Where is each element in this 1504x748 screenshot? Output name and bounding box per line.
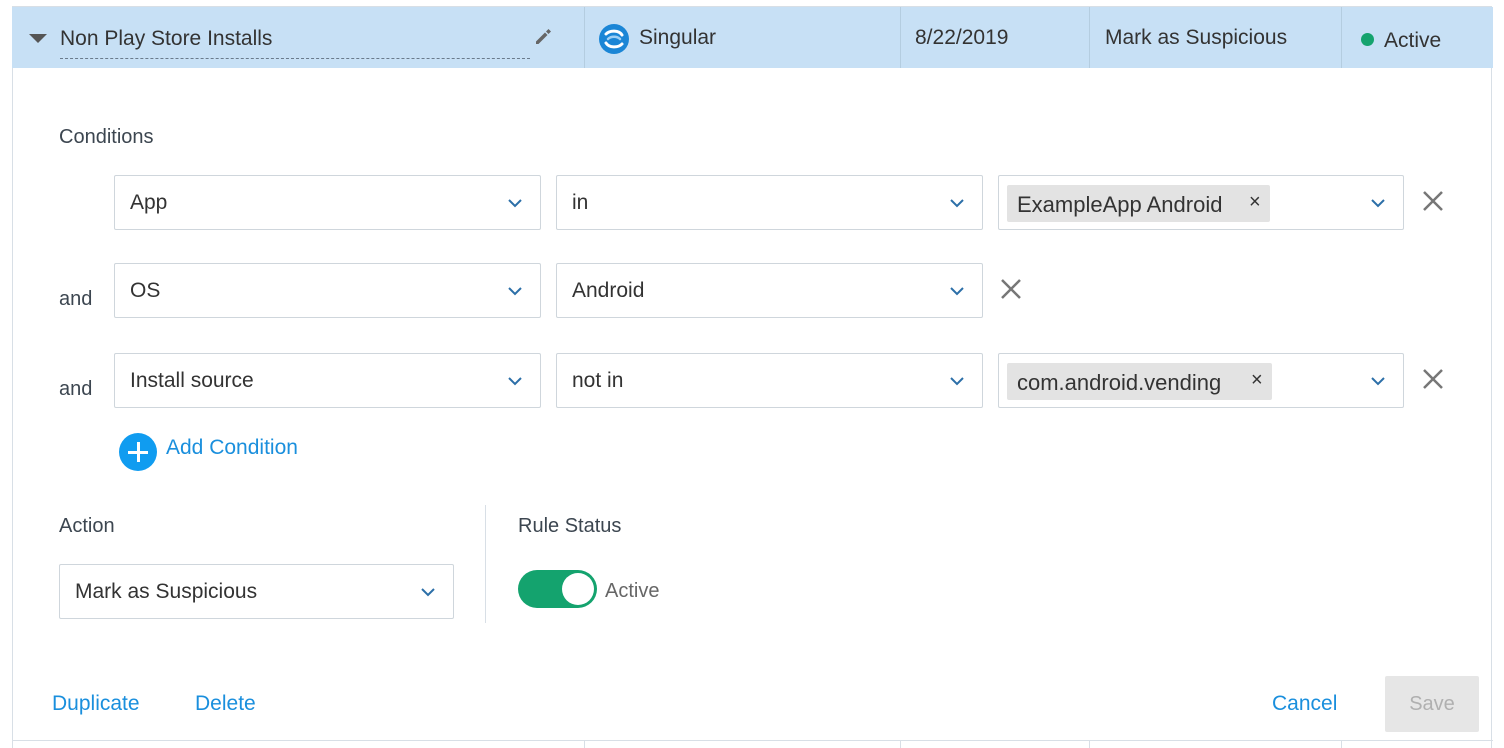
remove-condition-icon[interactable] bbox=[1422, 368, 1444, 390]
save-button[interactable]: Save bbox=[1385, 676, 1479, 732]
chevron-down-icon bbox=[508, 287, 522, 296]
rule-status: Active bbox=[1384, 29, 1442, 52]
rule-action: Mark as Suspicious bbox=[1105, 26, 1288, 49]
condition-field-select[interactable]: OS bbox=[114, 263, 541, 318]
header-divider bbox=[900, 7, 901, 68]
toggle-label: Active bbox=[605, 580, 660, 602]
select-value: in bbox=[572, 191, 589, 214]
chevron-down-icon bbox=[421, 588, 435, 597]
select-value: Mark as Suspicious bbox=[75, 580, 258, 603]
duplicate-link[interactable]: Duplicate bbox=[52, 692, 140, 716]
rule-date: 8/22/2019 bbox=[915, 26, 1009, 49]
singular-logo-icon bbox=[599, 24, 629, 54]
and-connector: and bbox=[59, 288, 93, 310]
header-divider bbox=[584, 7, 585, 68]
chevron-down-icon bbox=[508, 377, 522, 386]
remove-condition-icon[interactable] bbox=[1422, 190, 1444, 212]
condition-operator-select[interactable]: Android bbox=[556, 263, 983, 318]
chevron-down-icon bbox=[950, 287, 964, 296]
toggle-knob bbox=[562, 573, 594, 605]
condition-operator-select[interactable]: in bbox=[556, 175, 983, 230]
status-dot-icon bbox=[1361, 33, 1374, 46]
condition-operator-select[interactable]: not in bbox=[556, 353, 983, 408]
collapse-caret-icon[interactable] bbox=[29, 34, 47, 43]
rule-source: Singular bbox=[639, 26, 717, 49]
and-connector: and bbox=[59, 378, 93, 400]
chevron-down-icon bbox=[508, 199, 522, 208]
condition-field-select[interactable]: App bbox=[114, 175, 541, 230]
value-tag: ExampleApp Android × bbox=[1007, 185, 1270, 222]
chevron-down-icon bbox=[950, 377, 964, 386]
next-row-divider bbox=[900, 740, 901, 748]
next-row-divider bbox=[584, 740, 585, 748]
value-tag: com.android.vending × bbox=[1007, 363, 1272, 400]
header-divider bbox=[1341, 7, 1342, 68]
rule-name-field[interactable]: Non Play Store Installs bbox=[60, 22, 530, 59]
select-value: Android bbox=[572, 279, 645, 302]
chevron-down-icon bbox=[1371, 377, 1385, 386]
save-button-label: Save bbox=[1409, 693, 1455, 715]
chevron-down-icon bbox=[1371, 199, 1385, 208]
pencil-icon[interactable] bbox=[533, 27, 553, 47]
delete-link[interactable]: Delete bbox=[195, 692, 256, 716]
select-value: App bbox=[130, 191, 168, 214]
value-tag-label: ExampleApp Android bbox=[1017, 192, 1223, 217]
select-value: OS bbox=[130, 279, 161, 302]
action-label: Action bbox=[59, 515, 115, 537]
header-divider bbox=[1089, 7, 1090, 68]
condition-value-multiselect[interactable]: ExampleApp Android × bbox=[998, 175, 1404, 230]
remove-condition-icon[interactable] bbox=[1000, 278, 1022, 300]
conditions-label: Conditions bbox=[59, 126, 154, 148]
select-value: not in bbox=[572, 369, 624, 392]
rule-name: Non Play Store Installs bbox=[60, 27, 273, 50]
cancel-link[interactable]: Cancel bbox=[1272, 692, 1337, 716]
add-condition-link[interactable]: Add Condition bbox=[166, 436, 298, 460]
select-value: Install source bbox=[130, 369, 254, 392]
next-row-divider bbox=[1341, 740, 1342, 748]
value-tag-label: com.android.vending bbox=[1017, 370, 1222, 395]
add-condition-plus-icon[interactable] bbox=[119, 433, 157, 471]
remove-tag-icon[interactable]: × bbox=[1251, 369, 1263, 392]
condition-value-multiselect[interactable]: com.android.vending × bbox=[998, 353, 1404, 408]
chevron-down-icon bbox=[950, 199, 964, 208]
action-select[interactable]: Mark as Suspicious bbox=[59, 564, 454, 619]
section-divider bbox=[485, 505, 486, 623]
condition-field-select[interactable]: Install source bbox=[114, 353, 541, 408]
next-row-divider bbox=[1089, 740, 1090, 748]
rule-status-label: Rule Status bbox=[518, 515, 622, 537]
rule-status-toggle[interactable] bbox=[518, 570, 597, 608]
next-row-border bbox=[12, 740, 1493, 741]
remove-tag-icon[interactable]: × bbox=[1249, 191, 1261, 214]
